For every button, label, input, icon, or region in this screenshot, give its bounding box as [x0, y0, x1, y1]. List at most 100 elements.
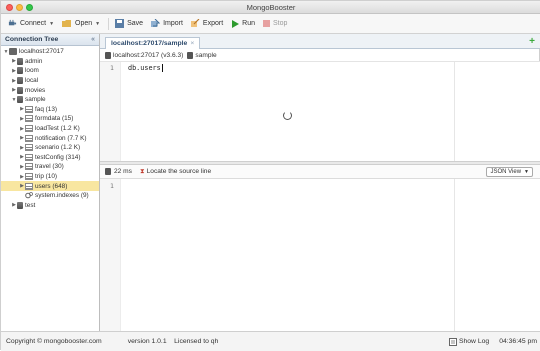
open-button[interactable]: Open ▼ [59, 16, 103, 32]
connect-label: Connect [20, 20, 47, 27]
run-label: Run [242, 20, 255, 27]
tree-node-collection[interactable]: ▶ loadTest (1.2 K) [1, 124, 99, 134]
tree-node-label: trip (10) [35, 173, 58, 181]
chevron-down-icon: ▼ [95, 20, 101, 27]
breadcrumb-connection[interactable]: localhost:27017 (v3.6.3) [113, 52, 183, 59]
connection-tree-header: Connection Tree « [1, 34, 99, 46]
database-icon [17, 86, 23, 94]
app-window: MongoBooster Connect ▼ Open ▼ Save Impor… [0, 0, 540, 351]
tree-node-label: sample [25, 96, 46, 104]
collection-icon [25, 115, 33, 123]
tree-node-label: local [25, 77, 39, 85]
tree-node-label: admin [25, 57, 43, 65]
run-button[interactable]: Run [228, 16, 258, 32]
tree-node-label: loom [25, 67, 39, 75]
main-toolbar: Connect ▼ Open ▼ Save Import Export Run … [1, 14, 540, 34]
tree-node-db-local[interactable]: ▶ local [1, 76, 99, 86]
server-icon [105, 51, 111, 59]
collection-icon [25, 105, 33, 113]
folder-icon [62, 20, 72, 27]
tab-sample[interactable]: localhost:27017/sample × [105, 37, 201, 49]
query-editor[interactable]: 1 db.users [100, 62, 540, 161]
server-icon [9, 48, 17, 56]
connect-button[interactable]: Connect ▼ [5, 16, 57, 32]
tree-node-label: testConfig (314) [35, 153, 81, 161]
collection-icon [25, 182, 33, 190]
import-label: Import [163, 20, 183, 27]
stop-icon [263, 20, 270, 27]
title-bar: MongoBooster [1, 1, 540, 14]
status-bar: Copyright © mongobooster.com version 1.0… [1, 331, 540, 351]
show-log-button[interactable]: Show Log [448, 337, 490, 346]
tree-node-collection[interactable]: ▶ travel (30) [1, 162, 99, 172]
connection-tree-title: Connection Tree [5, 36, 59, 43]
collection-icon [25, 163, 33, 171]
add-tab-icon[interactable]: + [529, 36, 535, 47]
export-button[interactable]: Export [188, 16, 226, 32]
line-number-gutter: 1 [100, 62, 121, 161]
import-icon [151, 19, 161, 27]
tree-node-label: system.indexes (9) [35, 192, 89, 200]
collection-icon [25, 173, 33, 181]
database-icon [17, 67, 23, 75]
window-title: MongoBooster [246, 3, 296, 12]
collection-icon [25, 144, 33, 152]
clock-text: 04:36:45 pm [499, 338, 537, 345]
breadcrumb-database[interactable]: sample [195, 52, 216, 59]
tree-node-collection[interactable]: ▶ scenario (1.2 K) [1, 143, 99, 153]
import-button[interactable]: Import [148, 16, 186, 32]
tree-node-label: test [25, 201, 36, 209]
tree-node-label: formdata (15) [35, 115, 74, 123]
tree-node-collection-selected[interactable]: ▶ users (648) [1, 181, 99, 191]
view-mode-select[interactable]: JSON View ▼ [486, 167, 533, 177]
result-toolbar: 22 ms ⧗ Locate the source line JSON View… [100, 165, 540, 179]
tree-node-collection[interactable]: ▶ formdata (15) [1, 114, 99, 124]
tree-node-collection[interactable]: ▶ trip (10) [1, 172, 99, 182]
database-icon [187, 51, 194, 59]
gears-icon [25, 192, 33, 199]
collapse-panel-icon[interactable]: « [91, 36, 95, 43]
tree-node-db-loom[interactable]: ▶ loom [1, 66, 99, 76]
stop-label: Stop [273, 20, 288, 27]
tree-node-db-sample[interactable]: ▼ sample [1, 95, 99, 105]
editor-tab-bar: localhost:27017/sample × + [100, 34, 540, 49]
database-icon [17, 57, 23, 65]
version-license-text: version 1.0.1 Licensed to qh [127, 338, 219, 345]
tree-node-collection[interactable]: ▶ notification (7.7 K) [1, 133, 99, 143]
database-icon [17, 201, 23, 209]
save-button[interactable]: Save [112, 16, 146, 32]
status-right-group: Show Log 04:36:45 pm [448, 337, 537, 346]
view-mode-value: JSON View [490, 169, 522, 175]
tree-node-system-collection[interactable]: system.indexes (9) [1, 191, 99, 201]
chevron-down-icon: ▼ [49, 20, 55, 27]
result-viewer[interactable]: 1 [100, 179, 540, 331]
export-label: Export [202, 20, 224, 27]
tree-node-label: scenario (1.2 K) [35, 144, 81, 152]
database-icon [17, 77, 23, 85]
save-label: Save [127, 20, 144, 27]
open-label: Open [75, 20, 93, 27]
locate-source-link[interactable]: Locate the source line [147, 168, 212, 175]
line-number-gutter: 1 [100, 179, 121, 331]
print-margin-line [454, 179, 455, 331]
close-tab-icon[interactable]: × [190, 40, 194, 47]
show-log-label: Show Log [458, 338, 490, 345]
tree-node-collection[interactable]: ▶ faq (13) [1, 105, 99, 115]
tree-node-collection[interactable]: ▶ testConfig (314) [1, 153, 99, 163]
connection-tree-panel: Connection Tree « ▼ localhost:27017 ▶ ad… [1, 34, 100, 331]
text-caret [161, 64, 163, 72]
code-line[interactable]: db.users [128, 64, 163, 72]
tree-node-db-admin[interactable]: ▶ admin [1, 57, 99, 67]
stop-button[interactable]: Stop [260, 16, 290, 32]
database-icon [105, 168, 111, 175]
tree-node-server[interactable]: ▼ localhost:27017 [1, 47, 99, 57]
tree-node-label: loadTest (1.2 K) [35, 125, 80, 133]
collection-icon [25, 153, 33, 161]
tree-node-db-movies[interactable]: ▶ movies [1, 85, 99, 95]
tree-node-db-test[interactable]: ▶ test [1, 201, 99, 211]
query-time: 22 ms [114, 168, 132, 175]
connection-tree: ▼ localhost:27017 ▶ admin ▶ loom ▶ local… [1, 46, 99, 210]
loading-spinner-icon [283, 111, 292, 120]
line-number: 1 [110, 182, 114, 190]
code-text: db.users [128, 64, 161, 72]
